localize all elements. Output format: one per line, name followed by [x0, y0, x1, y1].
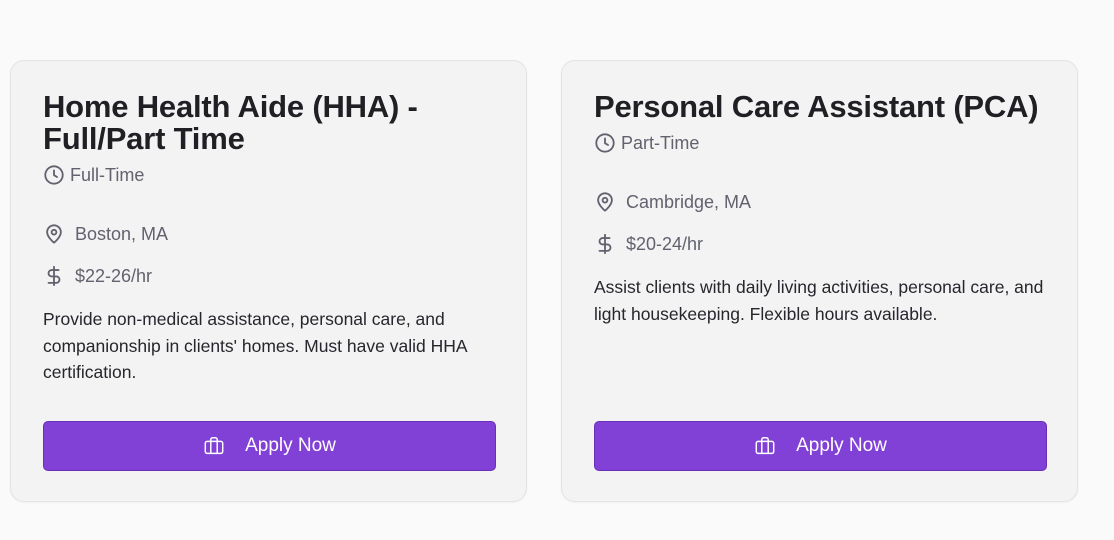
job-pay: $20-24/hr [594, 232, 1045, 256]
apply-now-button[interactable]: Apply Now [594, 421, 1047, 471]
job-location-label: Boston, MA [75, 223, 169, 244]
job-location-label: Cambridge, MA [626, 191, 752, 212]
briefcase-icon [754, 435, 776, 457]
clock-icon [43, 164, 65, 186]
job-type: Part-Time [594, 131, 1045, 155]
job-type-label: Full-Time [70, 164, 145, 185]
job-pay: $22-26/hr [43, 264, 494, 288]
dollar-icon [43, 265, 65, 287]
apply-now-label: Apply Now [245, 435, 336, 456]
job-description: Provide non-medical assistance, personal… [43, 309, 467, 382]
job-type: Full-Time [43, 163, 494, 187]
clock-icon [594, 132, 616, 154]
apply-now-button[interactable]: Apply Now [43, 421, 496, 471]
briefcase-icon [203, 435, 225, 457]
job-location: Boston, MA [43, 222, 494, 246]
map-pin-icon [43, 223, 65, 245]
job-pay-label: $20-24/hr [626, 233, 704, 254]
job-card: Personal Care Assistant (PCA) Part-Time … [561, 60, 1078, 502]
job-title: Personal Care Assistant (PCA) [594, 89, 1039, 124]
job-location: Cambridge, MA [594, 190, 1045, 214]
job-card: Home Health Aide (HHA) - Full/Part Time … [10, 60, 527, 502]
job-title: Home Health Aide (HHA) - Full/Part Time [43, 89, 418, 156]
map-pin-icon [594, 191, 616, 213]
job-type-label: Part-Time [621, 132, 700, 153]
dollar-icon [594, 233, 616, 255]
apply-now-label: Apply Now [796, 435, 887, 456]
job-pay-label: $22-26/hr [75, 265, 153, 286]
job-description: Assist clients with daily living activit… [594, 277, 1044, 324]
